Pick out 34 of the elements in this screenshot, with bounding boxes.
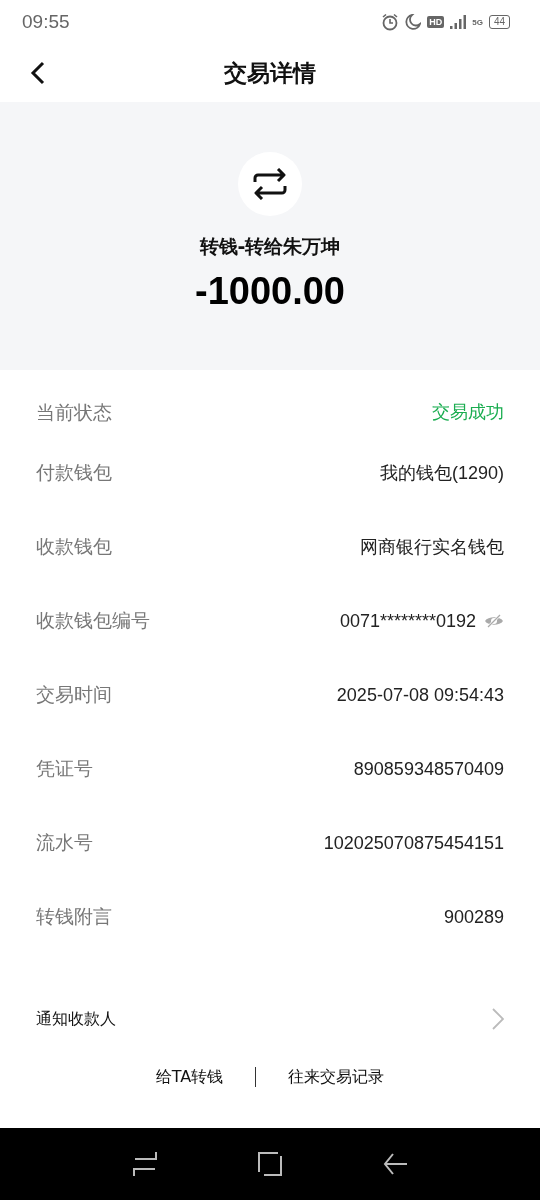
network-indicator: 5G	[472, 17, 483, 27]
home-icon[interactable]	[257, 1151, 283, 1177]
detail-label: 收款钱包编号	[36, 608, 150, 633]
hd-indicator: HD	[427, 16, 445, 28]
notify-payee-link[interactable]: 通知收款人	[36, 1008, 116, 1030]
detail-label: 转钱附言	[36, 904, 112, 929]
detail-value: 900289	[443, 906, 504, 928]
detail-label: 付款钱包	[36, 460, 112, 485]
status-time: 09:55	[22, 11, 70, 33]
status-value: 交易成功	[432, 401, 504, 424]
signal-icon	[450, 15, 467, 29]
detail-value: 我的钱包(1290)	[379, 462, 504, 485]
detail-value: 2025-07-08 09:54:43	[336, 684, 504, 706]
detail-value: 网商银行实名钱包	[360, 536, 504, 559]
moon-icon	[405, 14, 422, 30]
detail-value: 0071********0192	[339, 610, 476, 632]
page-title: 交易详情	[224, 58, 316, 88]
recents-icon[interactable]	[133, 1151, 157, 1177]
detail-label: 凭证号	[36, 756, 93, 781]
alarm-icon	[381, 13, 400, 31]
transfer-title: 转钱-转给朱万坤	[199, 234, 341, 259]
detail-label: 流水号	[36, 830, 93, 855]
detail-label: 交易时间	[36, 682, 112, 707]
transfer-amount: -1000.00	[195, 270, 345, 313]
back-icon[interactable]	[30, 61, 46, 85]
transfer-icon	[253, 168, 287, 200]
back-nav-icon[interactable]	[383, 1153, 407, 1175]
detail-value: 102025070875454151	[323, 832, 504, 854]
footer-link[interactable]: 往来交易记录	[288, 1066, 385, 1088]
footer-link[interactable]: 给TA转钱	[155, 1066, 224, 1088]
detail-value: 890859348570409	[353, 758, 504, 780]
battery-level: 44	[488, 15, 510, 29]
detail-label: 当前状态	[36, 400, 112, 425]
detail-label: 收款钱包	[36, 534, 112, 559]
